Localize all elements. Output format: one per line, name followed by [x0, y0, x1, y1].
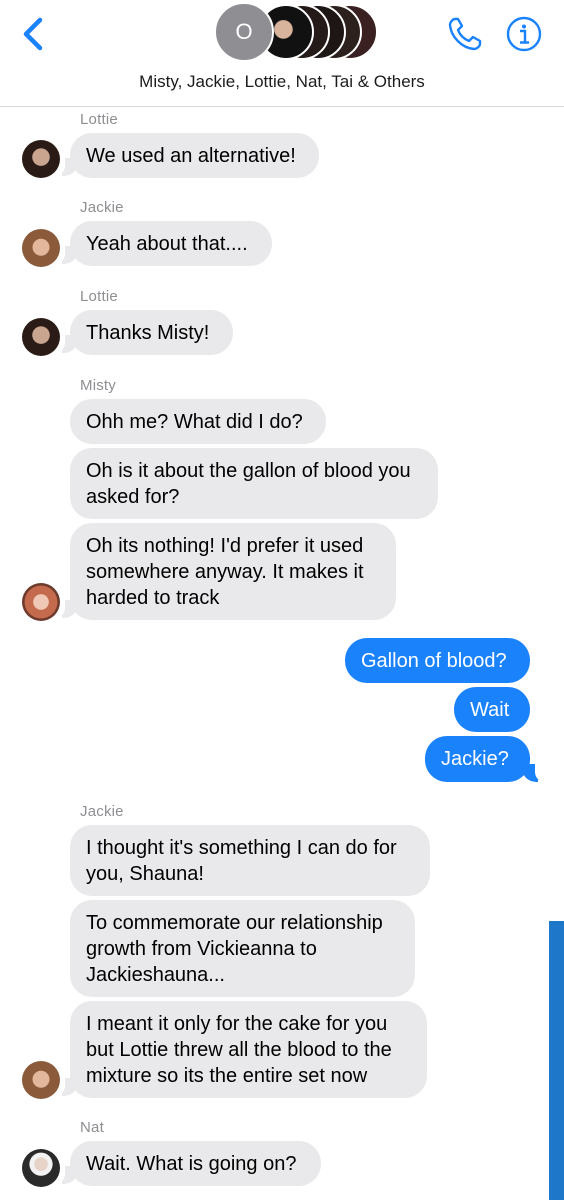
message-bubble[interactable]: To commemorate our relationship growth f… [70, 900, 415, 997]
avatar[interactable] [22, 229, 60, 267]
conversation-header: O Misty, Jackie, Lottie, Nat, Tai & Othe… [0, 0, 564, 107]
message-bubble[interactable]: Yeah about that.... [70, 221, 272, 266]
message-bubble[interactable]: Thanks Misty! [70, 310, 233, 355]
sent-message-bubble[interactable]: Jackie? [425, 736, 530, 782]
phone-icon [448, 17, 482, 51]
avatar[interactable] [22, 583, 60, 621]
message-thread[interactable]: Lottie We used an alternative! Jackie Ye… [0, 106, 564, 1200]
sender-name: Nat [80, 1119, 104, 1136]
message-bubble[interactable]: Oh is it about the gallon of blood you a… [70, 448, 438, 519]
sender-name: Lottie [80, 111, 118, 128]
group-title[interactable]: Misty, Jackie, Lottie, Nat, Tai & Others [0, 72, 564, 92]
message-bubble[interactable]: I meant it only for the cake for you but… [70, 1001, 427, 1098]
message-bubble[interactable]: I thought it's something I can do for yo… [70, 825, 430, 896]
chevron-left-icon [23, 17, 43, 51]
avatar[interactable] [22, 1149, 60, 1187]
avatar[interactable] [22, 140, 60, 178]
info-button[interactable] [506, 16, 542, 52]
sender-name: Misty [80, 377, 116, 394]
sent-message-bubble[interactable]: Wait [454, 687, 530, 732]
avatar[interactable] [22, 318, 60, 356]
avatar[interactable] [22, 1061, 60, 1099]
sender-name: Jackie [80, 803, 124, 820]
sent-message-bubble[interactable]: Gallon of blood? [345, 638, 530, 683]
info-icon [506, 16, 542, 52]
call-button[interactable] [446, 15, 484, 53]
message-bubble[interactable]: Oh its nothing! I'd prefer it used somew… [70, 523, 396, 620]
group-initial-avatar: O [214, 2, 274, 62]
message-bubble[interactable]: We used an alternative! [70, 133, 319, 178]
group-avatar-stack[interactable]: O [214, 2, 378, 64]
message-bubble[interactable]: Ohh me? What did I do? [70, 399, 326, 444]
sender-name: Lottie [80, 288, 118, 305]
scrollbar[interactable] [549, 921, 564, 1200]
back-button[interactable] [18, 14, 50, 54]
message-bubble[interactable]: Wait. What is going on? [70, 1141, 321, 1186]
sender-name: Jackie [80, 199, 124, 216]
